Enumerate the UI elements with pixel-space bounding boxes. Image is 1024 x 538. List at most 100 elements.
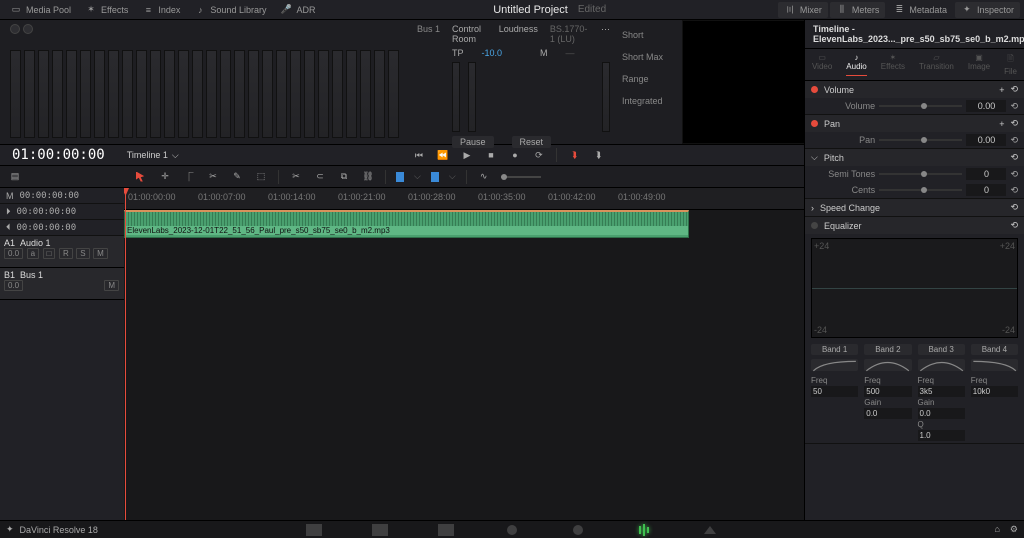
draw-tool[interactable]: ✎ [230, 170, 244, 184]
reset-icon[interactable]: ⟲ [1010, 169, 1018, 180]
section-equalizer[interactable]: Equalizer [824, 221, 862, 231]
chain-tool[interactable]: ⛓ [361, 170, 375, 184]
reset-icon[interactable]: ⟲ [1010, 220, 1018, 231]
page-deliver[interactable] [702, 524, 718, 536]
freq-2[interactable]: 500 [864, 386, 911, 397]
meters-toggle[interactable]: ⫼Meters [830, 2, 886, 18]
chevron-icon[interactable]: ⌵ [811, 152, 818, 163]
play-button[interactable]: ▶ [460, 148, 474, 162]
keyframe-icon[interactable] [811, 86, 818, 93]
band-3[interactable]: Band 3 [918, 344, 965, 355]
chip-lock[interactable]: □ [43, 248, 56, 259]
reset-icon[interactable]: ⟲ [1010, 84, 1018, 95]
gain-2[interactable]: 0.0 [864, 408, 911, 419]
timeline-select[interactable]: Timeline 1⌵ [117, 150, 189, 161]
tab-audio[interactable]: ♪Audio [846, 53, 866, 76]
rewind-button[interactable]: ⏪ [436, 148, 450, 162]
tab-file[interactable]: 🗎File [1004, 53, 1017, 76]
reset-icon[interactable]: ⟲ [1010, 185, 1018, 196]
page-fairlight[interactable] [636, 524, 652, 536]
cents-value[interactable]: 0 [966, 184, 1006, 196]
timeline-canvas[interactable]: 01:00:00:00 01:00:07:00 01:00:14:00 01:0… [124, 188, 916, 520]
reset-icon[interactable]: ⟲ [1010, 152, 1018, 163]
volume-value[interactable]: 0.00 [966, 100, 1006, 112]
freq-3[interactable]: 3k5 [918, 386, 965, 397]
index-btn[interactable]: ≡Index [136, 2, 186, 18]
resolve-logo-icon[interactable]: ✦ [6, 524, 14, 535]
eq-graph[interactable]: +24 +24 -24 -24 [811, 238, 1018, 338]
xfade-slider[interactable] [501, 176, 541, 178]
reset-icon[interactable]: ⟲ [1010, 135, 1018, 146]
knob[interactable] [10, 24, 20, 34]
record-button[interactable]: ● [508, 148, 522, 162]
track-db[interactable]: 0.0 [4, 248, 23, 259]
band-1[interactable]: Band 1 [811, 344, 858, 355]
prev-button[interactable]: ⏮ [412, 148, 426, 162]
effects-btn[interactable]: ✶Effects [79, 2, 134, 18]
chip-m[interactable]: M [104, 280, 119, 291]
settings-icon[interactable]: ⚙ [1010, 524, 1018, 535]
page-cut[interactable] [372, 524, 388, 536]
gain-3[interactable]: 0.0 [918, 408, 965, 419]
flag-blue2[interactable] [431, 172, 439, 182]
media-pool-btn[interactable]: ▭Media Pool [4, 2, 77, 18]
section-pan[interactable]: Pan [824, 119, 840, 129]
band-curve-3[interactable] [918, 359, 965, 371]
page-edit[interactable] [438, 524, 454, 536]
reset-icon[interactable]: ⟲ [1010, 118, 1018, 129]
band-curve-4[interactable] [971, 359, 1018, 371]
automation-button[interactable]: ⮯ [567, 148, 581, 162]
add-icon[interactable]: + [999, 85, 1004, 95]
audio-clip[interactable]: ElevenLabs_2023-12-01T22_51_56_Paul_pre_… [124, 210, 689, 238]
chip-m[interactable]: M [93, 248, 108, 259]
track-header-a1[interactable]: A1 Audio 1 0.0 a □ R S M [0, 236, 124, 268]
range-tool[interactable]: ✛ [158, 170, 172, 184]
tracklist-view[interactable]: ▤ [8, 170, 22, 184]
pan-value[interactable]: 0.00 [966, 134, 1006, 146]
snap-tool[interactable]: ⊂ [313, 170, 327, 184]
knob[interactable] [23, 24, 33, 34]
band-2[interactable]: Band 2 [864, 344, 911, 355]
add-icon[interactable]: + [999, 119, 1004, 129]
automation-mode[interactable]: ⮯ [591, 148, 605, 162]
band-4[interactable]: Band 4 [971, 344, 1018, 355]
band-curve-2[interactable] [864, 359, 911, 371]
inspector-toggle[interactable]: ✦Inspector [955, 2, 1020, 18]
section-pitch[interactable]: Pitch [824, 153, 844, 163]
keyframe-icon[interactable] [811, 120, 818, 127]
marker-m-icon[interactable]: M [6, 191, 14, 201]
cut-tool[interactable]: ✂ [289, 170, 303, 184]
selection-tool[interactable] [134, 170, 148, 184]
chevron-down-icon[interactable]: ⌵ [414, 171, 421, 182]
time-ruler[interactable]: 01:00:00:00 01:00:07:00 01:00:14:00 01:0… [124, 188, 916, 210]
playhead[interactable] [125, 188, 126, 520]
crossfade-tool[interactable]: ∿ [477, 170, 491, 184]
razor-tool[interactable]: ✂ [206, 170, 220, 184]
section-volume[interactable]: Volume [824, 85, 854, 95]
reset-icon[interactable]: ⟲ [1010, 202, 1018, 213]
freq-4[interactable]: 10k0 [971, 386, 1018, 397]
marker-out-icon[interactable]: ⏴ [6, 222, 11, 233]
reset-icon[interactable]: ⟲ [1010, 101, 1018, 112]
page-color[interactable] [570, 524, 586, 536]
semitones-slider[interactable] [879, 173, 962, 175]
more-icon[interactable]: ⋯ [601, 24, 610, 44]
keyframe-icon[interactable] [811, 222, 818, 229]
page-media[interactable] [306, 524, 322, 536]
track-header-b1[interactable]: B1 Bus 1 0.0 M [0, 268, 124, 300]
mixer-toggle[interactable]: 〣Mixer [778, 2, 828, 18]
freq-1[interactable]: 50 [811, 386, 858, 397]
tab-image[interactable]: ▣Image [968, 53, 990, 76]
reset-button[interactable]: Reset [512, 136, 552, 148]
semitones-value[interactable]: 0 [966, 168, 1006, 180]
chevron-right-icon[interactable]: › [811, 203, 814, 213]
flag-blue[interactable] [396, 172, 404, 182]
sound-library-btn[interactable]: ♪Sound Library [188, 2, 272, 18]
adr-btn[interactable]: 🎤ADR [274, 2, 321, 18]
chip-s[interactable]: S [76, 248, 89, 259]
cents-slider[interactable] [879, 189, 962, 191]
stop-button[interactable]: ■ [484, 148, 498, 162]
page-fusion[interactable] [504, 524, 520, 536]
main-timecode[interactable]: 01:00:00:00 [0, 147, 117, 163]
marker-in-icon[interactable]: ⏵ [6, 206, 11, 217]
